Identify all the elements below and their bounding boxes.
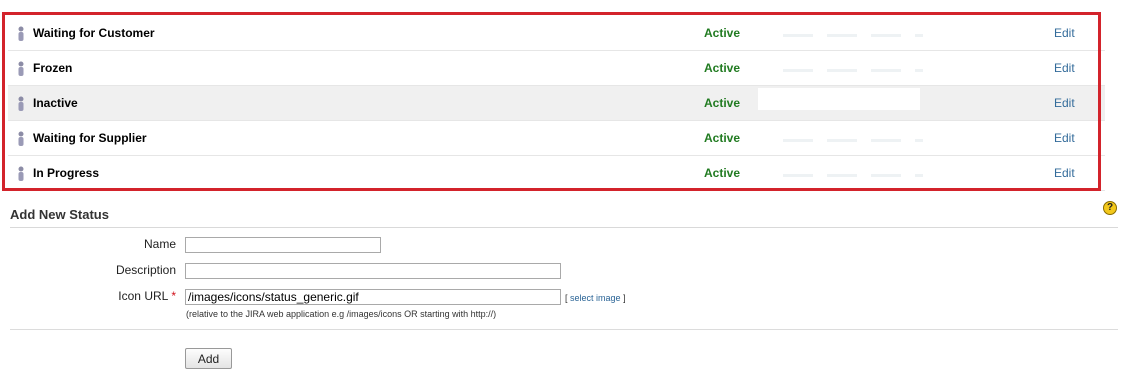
name-label: Name: [143, 237, 176, 251]
status-state: Active: [704, 96, 741, 110]
description-label: Description: [115, 263, 176, 277]
status-description-ghost: [783, 69, 923, 72]
status-name: Waiting for Supplier: [33, 131, 147, 145]
status-person-icon: [18, 166, 24, 181]
divider: [10, 329, 1118, 330]
status-row-waiting-for-supplier: Waiting for Supplier Active Edit: [8, 121, 1105, 156]
status-state: Active: [704, 166, 741, 180]
select-image-group: [ select image ]: [565, 293, 626, 303]
status-state: Active: [704, 26, 741, 40]
question-mark-icon[interactable]: ?: [1103, 201, 1117, 215]
status-row-waiting-for-customer: Waiting for Customer Active Edit: [8, 16, 1105, 51]
status-person-icon: [18, 96, 24, 111]
status-state: Active: [704, 131, 741, 145]
bracket-close: ]: [623, 293, 626, 303]
icon-url-input[interactable]: [185, 289, 561, 305]
section-title: Add New Status: [10, 207, 109, 222]
status-name: Frozen: [33, 61, 73, 75]
status-row-frozen: Frozen Active Edit: [8, 51, 1105, 86]
status-name: In Progress: [33, 166, 100, 180]
description-input[interactable]: [185, 263, 561, 279]
status-row-in-progress: In Progress Active Edit: [8, 156, 1105, 191]
icon-url-hint: (relative to the JIRA web application e.…: [186, 309, 497, 319]
name-input[interactable]: [185, 237, 381, 253]
required-marker: *: [171, 289, 176, 303]
edit-link[interactable]: Edit: [1054, 86, 1075, 120]
status-description-redacted: [758, 88, 920, 110]
edit-link[interactable]: Edit: [1054, 156, 1075, 190]
icon-url-label-group: Icon URL *: [76, 289, 176, 303]
status-person-icon: [18, 131, 24, 146]
status-state: Active: [704, 61, 741, 75]
edit-link[interactable]: Edit: [1054, 16, 1075, 50]
status-description-ghost: [783, 174, 923, 177]
status-description-ghost: [783, 34, 923, 37]
status-row-inactive: Inactive Active Edit: [8, 86, 1105, 121]
status-person-icon: [18, 61, 24, 76]
divider: [10, 227, 1118, 228]
status-description-ghost: [783, 139, 923, 142]
edit-link[interactable]: Edit: [1054, 121, 1075, 155]
bracket-open: [: [565, 293, 568, 303]
status-name: Waiting for Customer: [33, 26, 155, 40]
add-button[interactable]: Add: [185, 348, 232, 369]
status-table: Waiting for Customer Active Edit Frozen …: [8, 16, 1105, 191]
edit-link[interactable]: Edit: [1054, 51, 1075, 85]
status-person-icon: [18, 26, 24, 41]
select-image-link[interactable]: select image: [570, 293, 621, 303]
status-name: Inactive: [33, 96, 78, 110]
icon-url-label: Icon URL: [118, 289, 169, 303]
